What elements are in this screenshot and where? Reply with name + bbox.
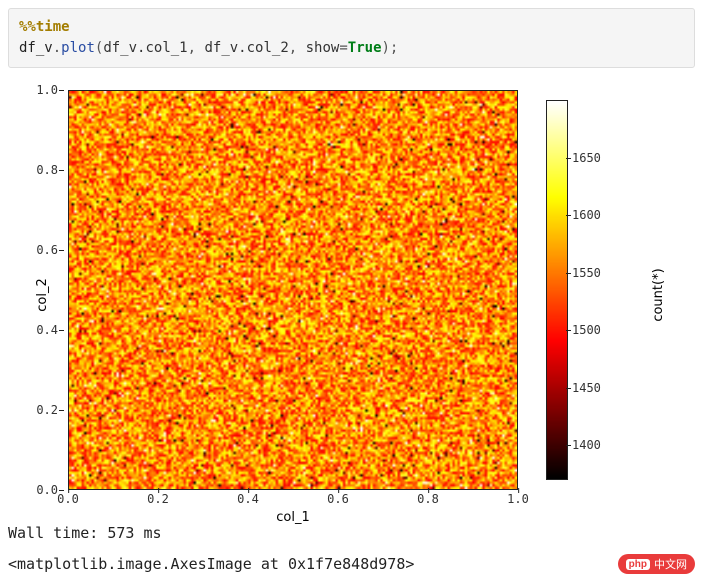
heatmap-plot <box>68 90 518 490</box>
x-tick: 1.0 <box>507 492 529 506</box>
code-arg2: df_v.col_2 <box>204 40 288 56</box>
x-tick: 0.0 <box>57 492 79 506</box>
colorbar-tick: 1400 <box>572 438 601 452</box>
watermark-badge: php 中文网 <box>618 554 695 574</box>
colorbar-canvas <box>547 101 567 479</box>
watermark-php: php <box>626 559 650 570</box>
x-ticks: 0.00.20.40.60.81.0 <box>68 492 518 510</box>
x-tick: 0.4 <box>237 492 259 506</box>
code-cell: %%time df_v.plot(df_v.col_1, df_v.col_2,… <box>8 8 695 68</box>
colorbar-tick: 1550 <box>572 266 601 280</box>
y-tick: 0.0 <box>36 483 58 497</box>
colorbar-tick: 1500 <box>572 323 601 337</box>
code-kw: show <box>306 40 340 56</box>
heatmap-canvas <box>69 91 517 489</box>
colorbar-tick: 1650 <box>572 151 601 165</box>
heatmap-axes: col_2 0.00.20.40.60.81.0 0.00.20.40.60.8… <box>28 80 528 510</box>
repr-output: <matplotlib.image.AxesImage at 0x1f7e848… <box>8 555 414 573</box>
code-kwval: True <box>348 40 382 56</box>
y-tick: 0.2 <box>36 403 58 417</box>
y-ticks: 0.00.20.40.60.81.0 <box>28 90 62 490</box>
wall-time-output: Wall time: 573 ms <box>8 524 695 542</box>
figure: col_2 0.00.20.40.60.81.0 0.00.20.40.60.8… <box>28 80 695 510</box>
x-tick: 0.2 <box>147 492 169 506</box>
x-axis-label: col_1 <box>68 510 518 525</box>
y-tick: 0.6 <box>36 243 58 257</box>
y-tick: 0.8 <box>36 163 58 177</box>
code-object: df_v <box>19 40 53 56</box>
colorbar-label: count(*) <box>651 268 666 321</box>
cell-magic: %%time <box>19 19 70 35</box>
code-method: plot <box>61 40 95 56</box>
code-arg1: df_v.col_1 <box>103 40 187 56</box>
colorbar-tick: 1600 <box>572 208 601 222</box>
x-tick: 0.8 <box>417 492 439 506</box>
colorbar-gradient <box>546 100 568 480</box>
x-tick: 0.6 <box>327 492 349 506</box>
colorbar: 1400 1450 1500 1550 1600 1650 count(*) <box>546 80 666 510</box>
y-tick: 0.4 <box>36 323 58 337</box>
colorbar-tick: 1450 <box>572 381 601 395</box>
y-tick: 1.0 <box>36 83 58 97</box>
watermark-text: 中文网 <box>654 556 687 572</box>
